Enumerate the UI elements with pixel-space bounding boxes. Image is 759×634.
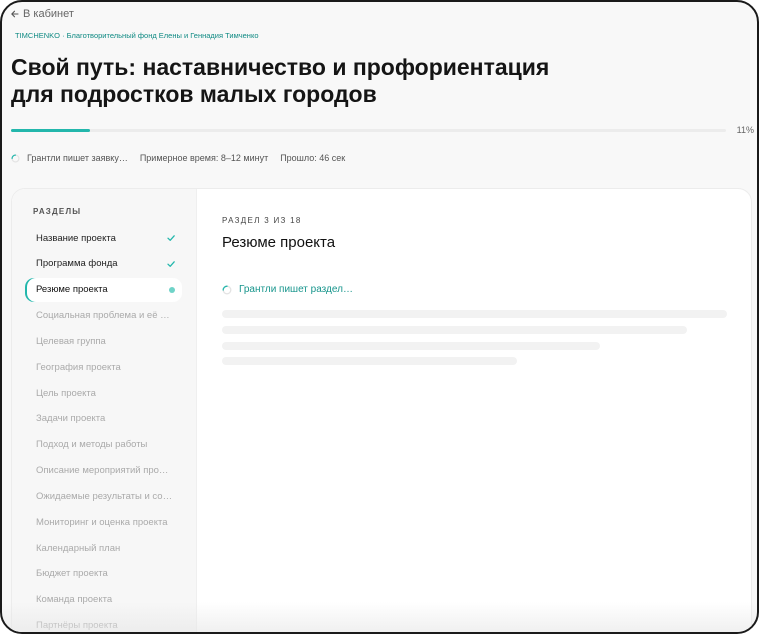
section-content: РАЗДЕЛ 3 ИЗ 18 Резюме проекта Грантли пи… xyxy=(197,189,751,632)
back-to-cabinet-link[interactable]: В кабинет xyxy=(10,8,74,20)
sidebar-item-label: Мониторинг и оценка проекта xyxy=(36,516,168,528)
sidebar-list: Название проекта Программа фонда Резюме пр… xyxy=(27,226,182,632)
section-title: Резюме проекта xyxy=(222,234,336,251)
check-icon xyxy=(167,235,175,241)
app-window: В кабинет TIMCHENKO · Благотворительный … xyxy=(0,0,759,634)
sidebar-item[interactable]: Цель проекта xyxy=(27,381,182,405)
sidebar-item-label: Команда проекта xyxy=(36,594,113,606)
sidebar-item-label: Подход и методы работы xyxy=(36,439,148,451)
progress-fill xyxy=(11,129,90,132)
sidebar-item-label: Ожидаемые результаты и со… xyxy=(36,490,173,502)
skeleton-line xyxy=(222,357,517,365)
organization-line: TIMCHENKO · Благотворительный фонд Елены… xyxy=(15,31,259,40)
sidebar-item-label: Целевая группа xyxy=(36,335,106,347)
sections-sidebar: РАЗДЕЛЫ Название проекта Программа фонда Р… xyxy=(12,189,197,632)
sidebar-item[interactable]: Задачи проекта xyxy=(27,407,182,431)
sidebar-item-label: Резюме проекта xyxy=(36,284,108,296)
sidebar-item[interactable]: Партнёры проекта xyxy=(27,614,182,632)
sidebar-item[interactable]: Календарный план xyxy=(27,536,182,560)
progress-percent: 11% xyxy=(736,125,754,135)
sidebar-item-label: Партнёры проекта xyxy=(36,620,118,632)
sidebar-item[interactable]: География проекта xyxy=(27,355,182,379)
sidebar-item[interactable]: Программа фонда xyxy=(27,252,182,276)
sidebar-item-label: Социальная проблема и её о… xyxy=(36,310,174,322)
sidebar-heading: РАЗДЕЛЫ xyxy=(33,207,82,216)
skeleton-line xyxy=(222,326,687,334)
sidebar-item[interactable]: Мониторинг и оценка проекта xyxy=(27,510,182,534)
status-row: Грантли пишет заявку… Примерное время: 8… xyxy=(11,153,345,163)
section-counter: РАЗДЕЛ 3 ИЗ 18 xyxy=(222,216,302,225)
sidebar-item-label: Цель проекта xyxy=(36,387,96,399)
section-writing-status: Грантли пишет раздел… xyxy=(222,284,353,295)
sidebar-item[interactable]: Ожидаемые результаты и со… xyxy=(27,484,182,508)
loading-spinner-icon xyxy=(222,285,232,294)
sidebar-item-label: Название проекта xyxy=(36,232,116,244)
in-progress-dot-icon xyxy=(169,286,175,293)
sidebar-item[interactable]: Подход и методы работы xyxy=(27,433,182,457)
section-writing-label: Грантли пишет раздел… xyxy=(239,284,353,295)
sidebar-item-label: Задачи проекта xyxy=(36,413,106,425)
sidebar-item-label: Календарный план xyxy=(36,542,121,554)
sidebar-item[interactable]: Целевая группа xyxy=(27,329,182,353)
sidebar-item-label: Программа фонда xyxy=(36,258,118,270)
check-icon xyxy=(167,260,175,267)
sidebar-item[interactable]: Название проекта xyxy=(27,226,182,250)
status-writing: Грантли пишет заявку… xyxy=(27,153,128,163)
back-link-label: В кабинет xyxy=(23,8,74,20)
loading-spinner-icon xyxy=(11,153,20,163)
progress-bar xyxy=(11,129,726,132)
skeleton-line xyxy=(222,310,727,318)
status-elapsed: Прошло: 46 сек xyxy=(280,153,346,163)
sidebar-item[interactable]: Описание мероприятий про… xyxy=(27,459,182,483)
sidebar-item[interactable]: Резюме проекта xyxy=(27,277,182,302)
arrow-left-icon xyxy=(11,10,19,18)
sidebar-item-label: Описание мероприятий про… xyxy=(36,465,169,477)
sidebar-item[interactable]: Команда проекта xyxy=(27,588,182,612)
skeleton-line xyxy=(222,342,600,350)
sidebar-item-label: География проекта xyxy=(36,361,121,373)
status-estimate: Примерное время: 8–12 минут xyxy=(139,153,269,163)
page-title: Свой путь: наставничество и профориентац… xyxy=(11,54,550,107)
sidebar-item-label: Бюджет проекта xyxy=(36,568,108,580)
editor-card: РАЗДЕЛЫ Название проекта Программа фонда Р… xyxy=(11,188,752,632)
sidebar-item[interactable]: Бюджет проекта xyxy=(27,562,182,586)
sidebar-item[interactable]: Социальная проблема и её о… xyxy=(27,304,182,328)
